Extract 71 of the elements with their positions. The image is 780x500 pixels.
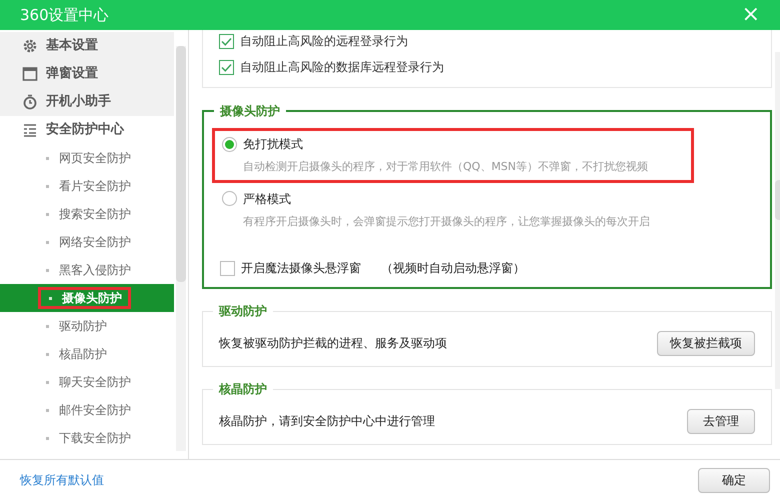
group-description: 恢复被驱动防护拦截的进程、服务及驱动项 bbox=[219, 335, 447, 352]
bullet-icon bbox=[46, 436, 49, 440]
sidebar-label: 驱动防护 bbox=[59, 318, 107, 335]
sidebar-item[interactable]: 开机小助手 bbox=[0, 88, 174, 116]
scrollbar-thumb[interactable] bbox=[176, 46, 186, 282]
option-description: 自动检测开启摄像头的程序，对于常用软件（QQ、MSN等）不弹窗，不打扰您视频 bbox=[242, 159, 650, 175]
checkbox[interactable] bbox=[219, 34, 234, 48]
sidebar-label: 搜索安全防护 bbox=[59, 206, 131, 223]
sidebar-label: 聊天安全防护 bbox=[59, 374, 131, 391]
checkbox-label: 自动阻止高风险的远程登录行为 bbox=[240, 33, 408, 50]
action-button[interactable]: 恢复被拦截项 bbox=[657, 330, 755, 356]
sidebar-subitem[interactable]: 摄像头防护 bbox=[0, 284, 174, 312]
bullet-icon bbox=[46, 184, 49, 188]
sidebar-label: 看片安全防护 bbox=[59, 178, 131, 195]
radio-button[interactable] bbox=[222, 191, 237, 206]
sidebar-subitem[interactable]: 邮件安全防护 bbox=[0, 396, 174, 424]
radio-label: 免打扰模式 bbox=[243, 136, 303, 153]
sidebar-subitem[interactable]: 下载安全防护 bbox=[0, 424, 174, 452]
window-icon bbox=[22, 66, 38, 82]
sidebar-label: 网络安全防护 bbox=[59, 234, 131, 251]
group-description: 核晶防护，请到安全防护中心中进行管理 bbox=[219, 413, 435, 430]
sidebar-label: 安全防护中心 bbox=[46, 120, 124, 140]
group-title: 核晶防护 bbox=[213, 381, 273, 397]
sidebar-subitem[interactable]: 网页安全防护 bbox=[0, 144, 174, 172]
checkmark-icon bbox=[221, 62, 232, 72]
stopwatch-icon bbox=[22, 94, 38, 110]
sidebar-label: 弹窗设置 bbox=[46, 64, 98, 84]
sidebar-label: 黑客入侵防护 bbox=[59, 262, 131, 279]
sidebar-label: 核晶防护 bbox=[59, 346, 107, 363]
checkbox[interactable] bbox=[219, 60, 234, 74]
sidebar-subitem[interactable]: 网络安全防护 bbox=[0, 228, 174, 256]
bullet-icon bbox=[46, 352, 49, 356]
checkmark-icon bbox=[221, 36, 232, 46]
option-description: 有程序开启摄像头时，会弹窗提示您打开摄像头的程序，让您掌握摄像头的每次开启 bbox=[242, 214, 651, 230]
radio-button[interactable] bbox=[222, 136, 237, 152]
bullet-icon bbox=[46, 212, 49, 216]
sidebar-subitem[interactable]: 核晶防护 bbox=[0, 340, 174, 368]
sidebar-label: 网页安全防护 bbox=[59, 150, 131, 167]
sidebar-subitem[interactable]: 看片安全防护 bbox=[0, 172, 174, 200]
sidebar-item[interactable]: 基本设置 bbox=[0, 32, 174, 60]
sidebar-subitem[interactable]: 搜索安全防护 bbox=[0, 200, 174, 228]
radio-label: 严格模式 bbox=[243, 190, 291, 208]
sidebar-item[interactable]: 弹窗设置 bbox=[0, 60, 174, 88]
ok-button[interactable]: 确定 bbox=[698, 468, 770, 492]
bullet-icon bbox=[46, 156, 49, 160]
sidebar-subitem[interactable]: 驱动防护 bbox=[0, 312, 174, 340]
list-icon bbox=[22, 122, 38, 138]
sidebar-item[interactable]: 安全防护中心 bbox=[0, 116, 174, 144]
bullet-icon bbox=[46, 408, 49, 412]
bullet-icon bbox=[46, 240, 49, 244]
group-title: 摄像头防护 bbox=[214, 103, 286, 119]
bullet-icon bbox=[49, 296, 52, 300]
bullet-icon bbox=[46, 380, 49, 384]
sidebar-label: 邮件安全防护 bbox=[59, 402, 131, 419]
checkbox-note: （视频时自动启动悬浮窗） bbox=[381, 260, 525, 277]
settings-icon bbox=[22, 38, 38, 54]
sidebar-label: 下载安全防护 bbox=[59, 430, 131, 447]
restore-defaults-link[interactable]: 恢复所有默认值 bbox=[20, 471, 104, 489]
sidebar-label: 基本设置 bbox=[46, 37, 98, 56]
group-title: 驱动防护 bbox=[213, 303, 273, 319]
bullet-icon bbox=[46, 324, 49, 328]
action-button[interactable]: 去管理 bbox=[687, 408, 755, 434]
checkbox[interactable] bbox=[220, 260, 235, 276]
sidebar-label: 开机小助手 bbox=[46, 92, 111, 112]
sidebar-subitem[interactable]: 黑客入侵防护 bbox=[0, 256, 174, 284]
checkbox-label: 开启魔法摄像头悬浮窗 bbox=[241, 260, 361, 277]
sidebar-subitem[interactable]: 聊天安全防护 bbox=[0, 368, 174, 396]
bullet-icon bbox=[46, 268, 49, 272]
window-title: 360设置中心 bbox=[20, 4, 109, 26]
sidebar-label: 摄像头防护 bbox=[62, 290, 122, 307]
checkbox-label: 自动阻止高风险的数据库远程登录行为 bbox=[240, 59, 444, 76]
